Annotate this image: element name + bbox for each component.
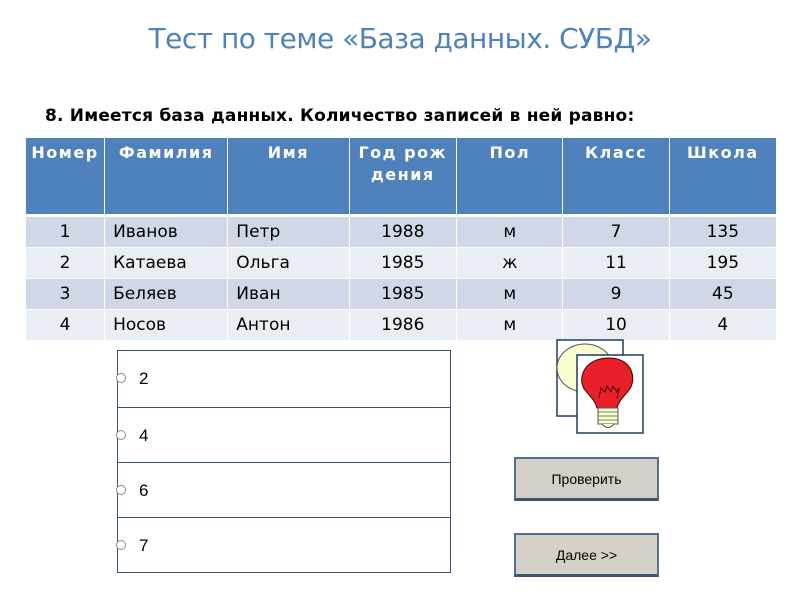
next-button[interactable]: Далее >>	[514, 533, 659, 577]
cell-birth-year: 1986	[348, 309, 457, 340]
cell-school: 4	[668, 309, 776, 340]
cell-surname: Катаева	[104, 247, 228, 279]
answer-option[interactable]: 6	[116, 462, 451, 518]
cell-sex: м	[456, 309, 563, 340]
cell-sex: м	[456, 278, 563, 310]
table-row: 4 Носов Антон 1986 м 10 4	[26, 309, 776, 340]
answer-options: 2 4 6 7	[116, 350, 451, 573]
cell-birth-year: 1985	[348, 278, 457, 310]
table-row: 2 Катаева Ольга 1985 ж 11 195	[26, 247, 776, 279]
lightbulb-icon[interactable]	[555, 338, 645, 438]
cell-birth-year: 1988	[348, 215, 457, 248]
cell-name: Иван	[227, 278, 349, 310]
cell-class: 9	[562, 278, 670, 310]
database-table: Номер Фамилия Имя Год рождения Пол Класс…	[26, 138, 776, 340]
cell-class: 11	[562, 247, 670, 279]
cell-birth-year: 1985	[348, 247, 457, 279]
question-text: 8. Имеется база данных. Количество запис…	[45, 106, 635, 126]
radio-button[interactable]	[116, 373, 126, 383]
table-header-row: Номер Фамилия Имя Год рождения Пол Класс…	[26, 138, 776, 217]
radio-button[interactable]	[116, 485, 126, 495]
table-row: 1 Иванов Петр 1988 м 7 135	[26, 215, 776, 248]
cell-name: Петр	[227, 215, 349, 248]
cell-school: 195	[668, 247, 776, 279]
cell-number: 4	[26, 309, 105, 340]
cell-sex: ж	[456, 247, 563, 279]
cell-number: 3	[26, 278, 105, 310]
cell-surname: Иванов	[104, 215, 228, 248]
cell-number: 1	[26, 215, 105, 248]
header-school: Школа	[668, 138, 776, 217]
cell-sex: м	[456, 215, 563, 248]
answer-option-label: 4	[139, 426, 149, 445]
cell-class: 10	[562, 309, 670, 340]
cell-name: Антон	[227, 309, 349, 340]
check-button[interactable]: Проверить	[514, 457, 659, 501]
header-surname: Фамилия	[104, 138, 228, 217]
header-name: Имя	[227, 138, 349, 217]
radio-button[interactable]	[116, 540, 126, 550]
answer-option-label: 2	[139, 369, 149, 388]
header-class: Класс	[562, 138, 670, 217]
cell-school: 45	[668, 278, 776, 310]
header-sex: Пол	[456, 138, 563, 217]
cell-surname: Беляев	[104, 278, 228, 310]
header-birth-year: Год рождения	[348, 138, 457, 217]
table-row: 3 Беляев Иван 1985 м 9 45	[26, 278, 776, 310]
page-title: Тест по теме «База данных. СУБД»	[148, 22, 652, 55]
cell-school: 135	[668, 215, 776, 248]
lightbulb-graphic	[556, 339, 644, 434]
cell-number: 2	[26, 247, 105, 279]
cell-class: 7	[562, 215, 670, 248]
cell-name: Ольга	[227, 247, 349, 279]
cell-surname: Носов	[104, 309, 228, 340]
answer-option-label: 7	[139, 536, 149, 555]
answer-option[interactable]: 7	[116, 517, 451, 573]
header-number: Номер	[26, 138, 105, 217]
answer-option[interactable]: 2	[116, 350, 451, 408]
answer-option[interactable]: 4	[116, 407, 451, 463]
answer-option-label: 6	[139, 481, 149, 500]
radio-button[interactable]	[116, 430, 126, 440]
